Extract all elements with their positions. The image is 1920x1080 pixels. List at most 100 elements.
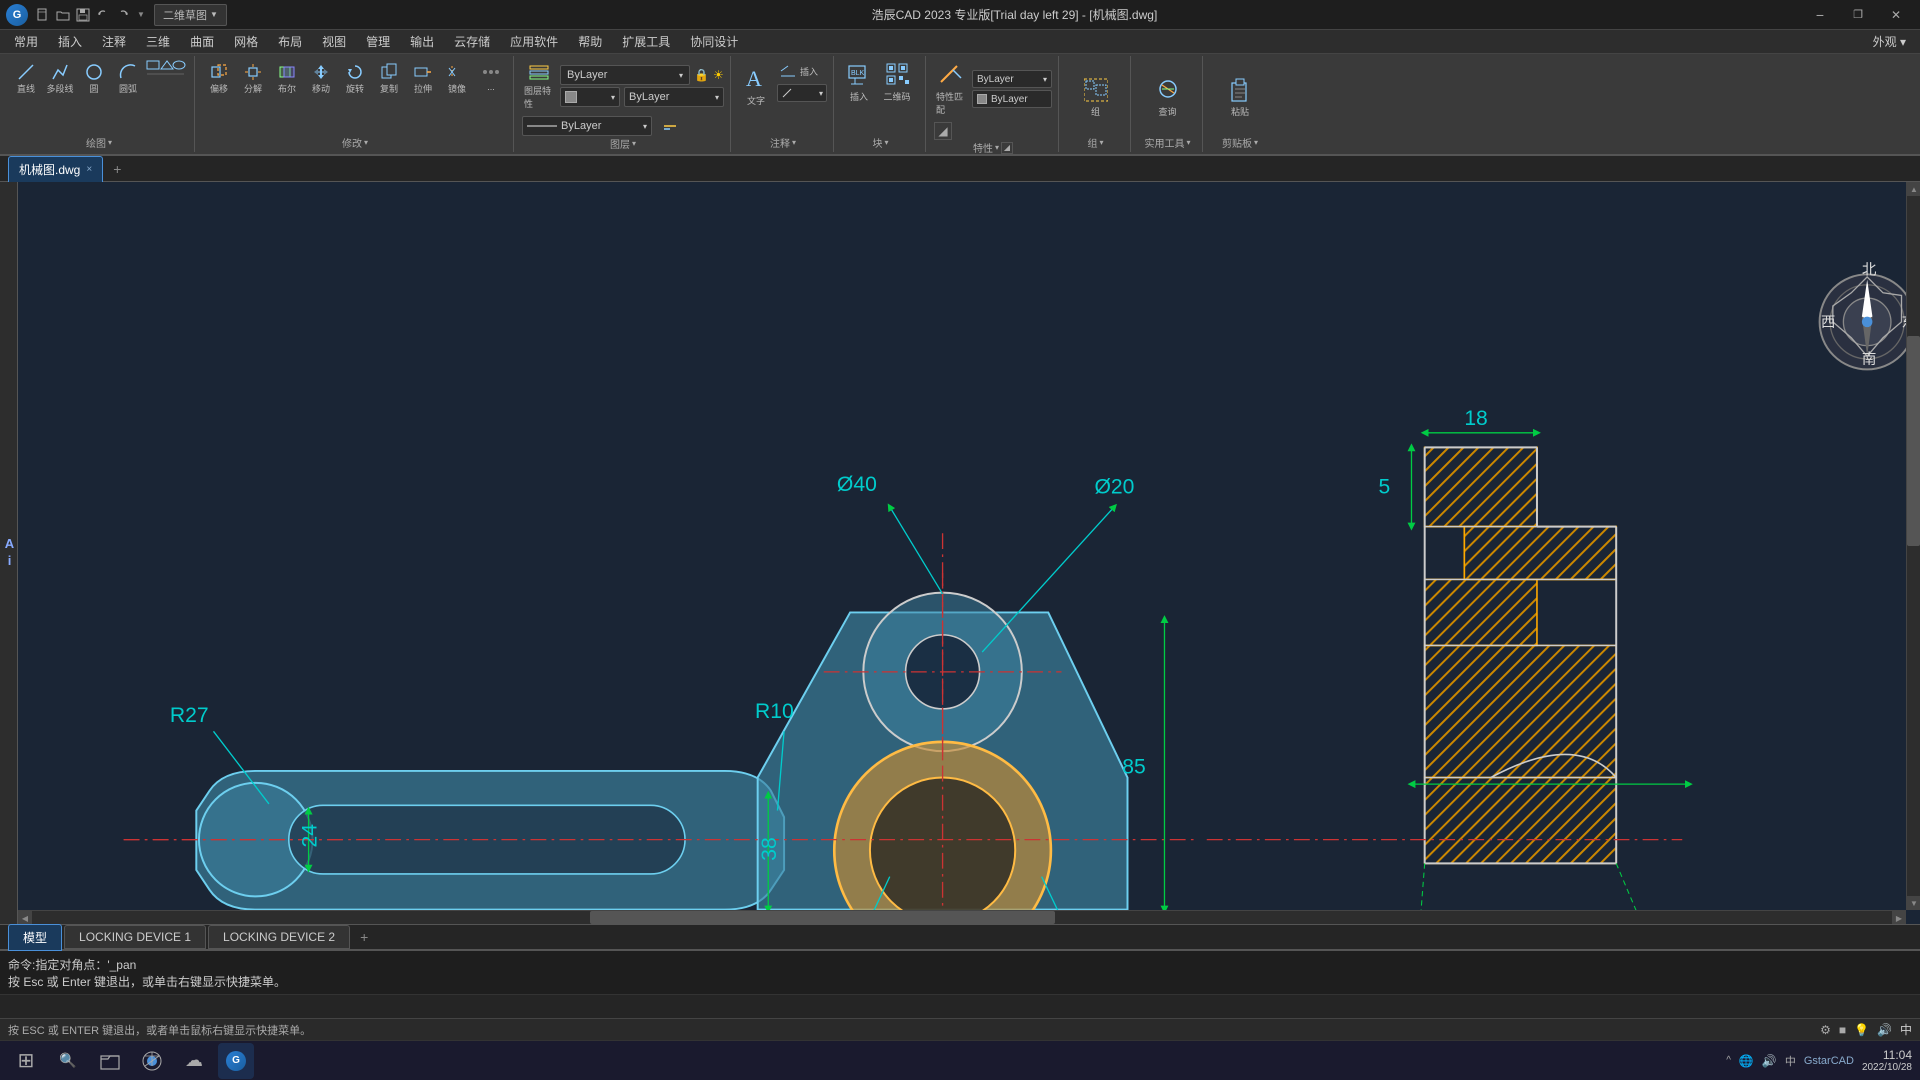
- tool-offset[interactable]: 偏移: [203, 60, 235, 97]
- layer-properties-button[interactable]: 图层特性: [522, 60, 556, 112]
- linetype-dropdown[interactable]: ByLayer▾: [624, 87, 724, 107]
- minimize-button[interactable]: −: [1802, 2, 1838, 28]
- taskbar-chrome[interactable]: [134, 1043, 170, 1079]
- menu-sanwei[interactable]: 三维: [136, 31, 180, 52]
- status-sound-icon[interactable]: 🔊: [1877, 1023, 1892, 1037]
- tool-match-properties[interactable]: 特性匹配: [934, 60, 968, 118]
- tool-circle[interactable]: 圆: [78, 60, 110, 97]
- document-tab[interactable]: 机械图.dwg ×: [8, 156, 103, 182]
- annotation-group-label[interactable]: 注释▾: [739, 135, 827, 150]
- new-tab-button[interactable]: +: [105, 157, 129, 181]
- tool-more-modify[interactable]: ...: [475, 60, 507, 94]
- clipboard-group-label[interactable]: 剪贴板▾: [1211, 135, 1269, 150]
- tool-line[interactable]: 直线: [10, 60, 42, 97]
- status-panel-icon[interactable]: ■: [1839, 1023, 1846, 1037]
- qa-new[interactable]: [34, 6, 52, 24]
- tool-boolean[interactable]: 布尔: [271, 60, 303, 97]
- properties-group-label[interactable]: 特性▾ ◢: [934, 140, 1052, 154]
- clock-display[interactable]: 11:04 2022/10/28: [1862, 1048, 1912, 1073]
- tool-copy[interactable]: 复制: [373, 60, 405, 97]
- tool-rotate[interactable]: 旋转: [339, 60, 371, 97]
- lineweight-dropdown[interactable]: ByLayer ▾: [522, 116, 652, 136]
- menu-xietong[interactable]: 协同设计: [680, 31, 748, 52]
- layer-sun-icon: ☀: [713, 68, 724, 82]
- workspace-dropdown[interactable]: 二维草图 ▼: [154, 4, 227, 26]
- tool-move[interactable]: 移动: [305, 60, 337, 97]
- taskbar-gstarcad[interactable]: G: [218, 1043, 254, 1079]
- status-gear-icon[interactable]: ⚙: [1820, 1023, 1831, 1037]
- annotation-scale[interactable]: ▾: [777, 84, 827, 102]
- status-light-icon[interactable]: 💡: [1854, 1023, 1869, 1037]
- svg-text:R27: R27: [170, 704, 209, 727]
- menu-shitu[interactable]: 视图: [312, 31, 356, 52]
- tab-locking-2[interactable]: LOCKING DEVICE 2: [208, 925, 350, 949]
- svg-text:5: 5: [1378, 476, 1390, 499]
- taskbar-explorer[interactable]: [92, 1043, 128, 1079]
- tray-up-arrow[interactable]: ^: [1726, 1055, 1731, 1066]
- menu-kuozhan[interactable]: 扩展工具: [612, 31, 680, 52]
- menu-changyong[interactable]: 常用: [4, 31, 48, 52]
- utilities-group-label[interactable]: 实用工具▾: [1139, 135, 1196, 150]
- layer-match-icon[interactable]: [658, 116, 682, 136]
- prop-bylayer-1[interactable]: ByLayer▾: [972, 70, 1052, 88]
- tray-volume-icon[interactable]: 🔊: [1762, 1054, 1777, 1068]
- menu-buju[interactable]: 布局: [268, 31, 312, 52]
- menu-guanli[interactable]: 管理: [356, 31, 400, 52]
- taskbar-onedrive[interactable]: ☁: [176, 1043, 212, 1079]
- menu-zhushi[interactable]: 注释: [92, 31, 136, 52]
- menu-wangge[interactable]: 网格: [224, 31, 268, 52]
- tab-model[interactable]: 模型: [8, 924, 62, 951]
- tab-close-button[interactable]: ×: [86, 164, 92, 175]
- tool-group[interactable]: 组: [1079, 75, 1113, 120]
- menu-yingyong[interactable]: 应用软件: [500, 31, 568, 52]
- tool-paste[interactable]: 粘贴: [1223, 75, 1257, 120]
- windows-start-button[interactable]: ⊞: [8, 1043, 44, 1079]
- prop-expand[interactable]: ◢: [934, 122, 952, 140]
- tool-more-shapes[interactable]: [146, 60, 188, 78]
- tray-lang-icon[interactable]: 中: [1785, 1053, 1796, 1069]
- command-input[interactable]: [8, 1000, 1912, 1014]
- windows-search-button[interactable]: 🔍: [50, 1043, 86, 1079]
- prop-bylayer-2[interactable]: ByLayer: [972, 90, 1052, 108]
- tray-network-icon[interactable]: 🌐: [1739, 1054, 1754, 1068]
- color-dropdown[interactable]: ▾: [560, 87, 620, 107]
- groups-group-label[interactable]: 组▾: [1067, 135, 1124, 150]
- ai-sidebar-panel[interactable]: Ai: [0, 182, 18, 924]
- qa-redo[interactable]: [114, 6, 132, 24]
- qa-open[interactable]: [54, 6, 72, 24]
- menu-waiguan[interactable]: 外观 ▾: [1863, 31, 1916, 52]
- qa-save[interactable]: [74, 6, 92, 24]
- tool-qrcode[interactable]: 二维码: [880, 60, 914, 105]
- menu-shuchu[interactable]: 输出: [400, 31, 444, 52]
- tool-explode[interactable]: 分解: [237, 60, 269, 97]
- menu-qumian[interactable]: 曲面: [180, 31, 224, 52]
- cad-viewport[interactable]: Ø40 Ø20 R27 R10 Ø38 Ø65 85 24 38: [18, 182, 1920, 924]
- menu-bangzhu[interactable]: 帮助: [568, 31, 612, 52]
- tool-stretch[interactable]: 拉伸: [407, 60, 439, 97]
- close-button[interactable]: ✕: [1878, 2, 1914, 28]
- scrollbar-horizontal[interactable]: ◀ ▶: [18, 910, 1906, 924]
- tray-gstarcad-brand: GstarCAD: [1804, 1055, 1854, 1067]
- tab-locking-1[interactable]: LOCKING DEVICE 1: [64, 925, 206, 949]
- tool-text[interactable]: A 文字: [739, 60, 773, 109]
- block-group-label[interactable]: 块▾: [842, 135, 919, 150]
- draw-group-label[interactable]: 绘图▾: [10, 135, 188, 150]
- qa-undo[interactable]: [94, 6, 112, 24]
- layer-group-label[interactable]: 图层▾: [522, 136, 724, 151]
- menu-charu[interactable]: 插入: [48, 31, 92, 52]
- add-layout-button[interactable]: +: [352, 925, 376, 949]
- restore-button[interactable]: ❐: [1840, 2, 1876, 28]
- tool-insert-block[interactable]: BLK 插入: [842, 60, 876, 105]
- tool-arc[interactable]: 圆弧: [112, 60, 144, 97]
- menu-yuncunchu[interactable]: 云存储: [444, 31, 500, 52]
- tool-dimension[interactable]: 插入: [777, 60, 823, 82]
- tool-mirror[interactable]: 镜像: [441, 60, 473, 97]
- scrollbar-vertical[interactable]: ▲ ▼: [1906, 182, 1920, 910]
- qa-dropdown[interactable]: ▼: [134, 6, 148, 24]
- tool-query[interactable]: 查询: [1151, 75, 1185, 120]
- layer-dropdown[interactable]: ByLayer▾: [560, 65, 690, 85]
- document-tab-row: 机械图.dwg × +: [0, 156, 1920, 182]
- tool-polyline[interactable]: 多段线: [44, 60, 76, 97]
- status-lang-label[interactable]: 中: [1900, 1021, 1912, 1038]
- modify-group-label[interactable]: 修改▾: [203, 135, 507, 150]
